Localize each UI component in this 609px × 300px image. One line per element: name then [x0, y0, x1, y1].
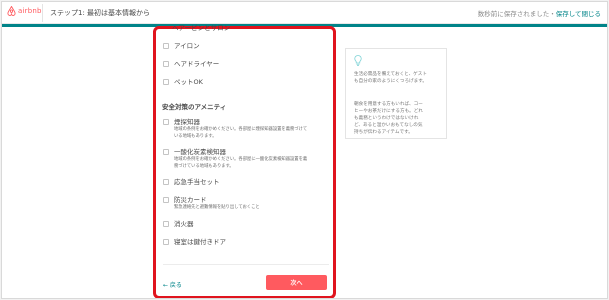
- header-divider: [42, 4, 43, 22]
- top-bar: airbnb ステップ1: 最初は基本情報から 数秒前に保存されました・保存して…: [2, 2, 607, 24]
- safety-label: 消火器: [174, 220, 194, 228]
- safety-item-first-aid-kit[interactable]: 応急手当セット: [163, 178, 220, 186]
- tip-line: ヒーやお茶だけにする方も。どれ: [354, 109, 423, 114]
- tip-line: も義務というわけではないけれ: [354, 116, 419, 121]
- tip-line: も自分の家のようにくつろげます。: [354, 79, 427, 84]
- checkbox[interactable]: [163, 239, 169, 245]
- tip-line: 朝食を用意する方もいれば、コー: [354, 102, 423, 107]
- next-button[interactable]: 次へ: [266, 275, 327, 290]
- safety-item-safety-card[interactable]: 防災カード 緊急連絡先と避難情報を貼り出しておくこと: [163, 196, 260, 211]
- checkbox[interactable]: [163, 61, 169, 67]
- safety-description: 地域の条例をお確かめください。各部屋に煙探知器設置を義務づけて: [174, 127, 308, 132]
- tip-line: 生活必需品を備えておくと、ゲスト: [354, 72, 427, 77]
- safety-label: 寝室は鍵付きドア: [174, 238, 226, 246]
- tip-card: 生活必需品を備えておくと、ゲスト も自分の家のようにくつろげます。 朝食を用意す…: [345, 48, 447, 139]
- checkbox[interactable]: [163, 43, 169, 49]
- safety-label: 応急手当セット: [174, 178, 220, 186]
- step-title: ステップ1: 最初は基本情報から: [50, 9, 151, 17]
- cut-off-item-label: ヘアーピンとサロン: [172, 24, 231, 32]
- tip-line: ど、あると温かいおもてなしの気: [354, 123, 423, 128]
- safety-description: 務づけている地域もあります。: [174, 163, 234, 169]
- save-status: 数秒前に保存されました・保存して閉じる: [478, 8, 601, 18]
- amenity-item-hair-dryer[interactable]: ヘアドライヤー: [163, 60, 219, 68]
- amenity-label: アイロン: [174, 42, 200, 50]
- tip-line: 持ちが伝わるアイテムです。: [354, 130, 413, 135]
- airbnb-logo-icon: [7, 6, 16, 16]
- safety-label: 防災カード: [174, 196, 207, 204]
- lightbulb-icon: [354, 55, 362, 66]
- tip-paragraph-2: 朝食を用意する方もいれば、コー ヒーやお茶だけにする方も。どれ も義務というわけ…: [354, 101, 442, 136]
- checkbox[interactable]: [163, 221, 169, 227]
- amenities-form: ヘアーピンとサロン アイロン ヘアドライヤー ペットOK 安全対策のアメニティ …: [159, 24, 331, 298]
- safety-item-bedroom-lock[interactable]: 寝室は鍵付きドア: [163, 238, 226, 246]
- airbnb-logo[interactable]: airbnb: [7, 6, 42, 16]
- checkbox[interactable]: [163, 197, 169, 203]
- safety-section-heading: 安全対策のアメニティ: [162, 103, 227, 111]
- save-and-close-link[interactable]: 保存して閉じる: [556, 10, 601, 18]
- safety-item-fire-extinguisher[interactable]: 消火器: [163, 220, 194, 228]
- safety-description: 地域の条例をお確かめください。各部屋に一酸化炭素検知器設置を義: [174, 157, 308, 162]
- checkbox[interactable]: [163, 149, 169, 155]
- safety-description: いる地域もあります。: [174, 133, 217, 139]
- browser-frame: airbnb ステップ1: 最初は基本情報から 数秒前に保存されました・保存して…: [1, 1, 608, 299]
- tip-paragraph-1: 生活必需品を備えておくと、ゲスト も自分の家のようにくつろげます。: [354, 71, 442, 85]
- safety-item-co-detector[interactable]: 一酸化炭素検知器 地域の条例をお確かめください。各部屋に一酸化炭素検知器設置を義…: [163, 148, 307, 169]
- amenity-item-pets-ok[interactable]: ペットOK: [163, 78, 203, 86]
- checkbox[interactable]: [163, 79, 169, 85]
- save-status-text: 数秒前に保存されました・: [477, 10, 556, 18]
- checkbox[interactable]: [163, 119, 169, 125]
- amenity-item-iron[interactable]: アイロン: [163, 42, 200, 50]
- footer-divider: [163, 264, 329, 265]
- safety-description: 緊急連絡先と避難情報を貼り出しておくこと: [174, 205, 260, 210]
- amenity-label: ペットOK: [174, 78, 203, 86]
- amenity-label: ヘアドライヤー: [174, 60, 220, 68]
- back-link[interactable]: ← 戻る: [163, 280, 182, 289]
- safety-label: 一酸化炭素検知器: [174, 148, 226, 156]
- checkbox[interactable]: [163, 179, 169, 185]
- safety-item-smoke-detector[interactable]: 煙探知器 地域の条例をお確かめください。各部屋に煙探知器設置を義務づけて いる地…: [163, 118, 307, 139]
- brand-name: airbnb: [18, 7, 42, 15]
- safety-label: 煙探知器: [174, 118, 200, 126]
